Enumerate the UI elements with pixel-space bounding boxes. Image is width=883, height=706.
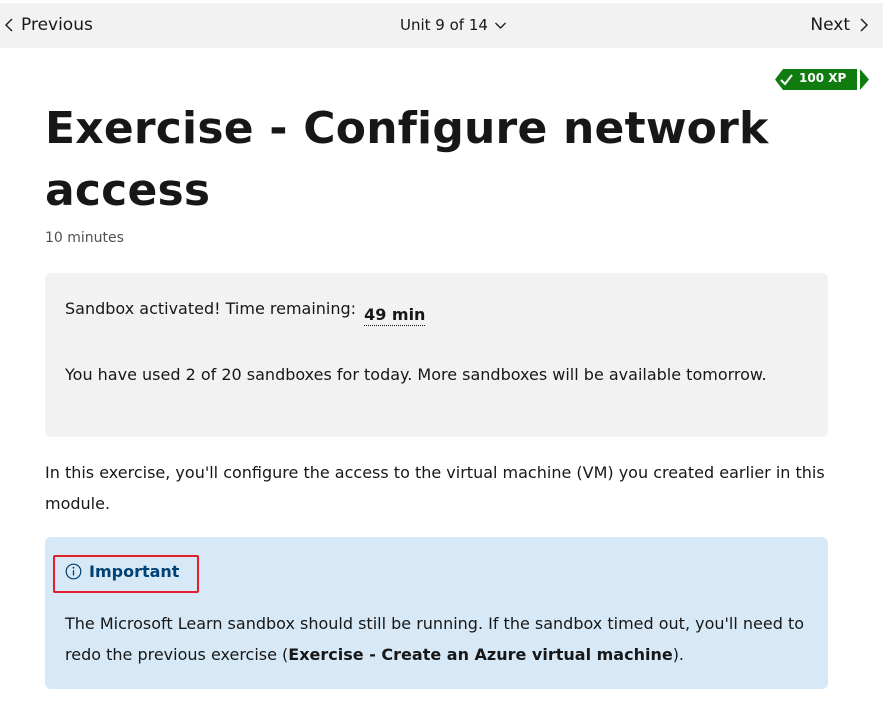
info-icon bbox=[65, 563, 82, 580]
unit-navigation-bar: Previous Unit 9 of 14 Next bbox=[0, 0, 883, 48]
sandbox-status-panel: Sandbox activated! Time remaining: 49 mi… bbox=[45, 273, 828, 437]
previous-label: Previous bbox=[21, 15, 93, 35]
important-alert-body: The Microsoft Learn sandbox should still… bbox=[65, 608, 805, 670]
important-body-end: ). bbox=[672, 645, 685, 664]
sandbox-status-line: Sandbox activated! Time remaining: 49 mi… bbox=[65, 299, 426, 326]
xp-badge: 100 XP bbox=[775, 69, 870, 90]
chevron-down-icon bbox=[494, 22, 506, 29]
next-unit-button[interactable]: Next bbox=[810, 15, 869, 35]
sandbox-usage-text: You have used 2 of 20 sandboxes for toda… bbox=[65, 365, 767, 384]
important-alert-title: Important bbox=[65, 562, 179, 581]
next-label: Next bbox=[810, 15, 850, 35]
important-label: Important bbox=[89, 562, 180, 581]
xp-label: 100 XP bbox=[799, 71, 847, 85]
unit-selector-dropdown[interactable]: Unit 9 of 14 bbox=[400, 16, 507, 34]
duration-label: 10 minutes bbox=[45, 230, 124, 246]
exercise-intro-text: In this exercise, you'll configure the a… bbox=[45, 463, 825, 513]
unit-position-label: Unit 9 of 14 bbox=[400, 16, 488, 34]
chevron-right-icon bbox=[860, 18, 868, 32]
important-alert: Important The Microsoft Learn sandbox sh… bbox=[45, 537, 828, 689]
previous-exercise-name: Exercise - Create an Azure virtual machi… bbox=[288, 645, 673, 664]
sandbox-status-label: Sandbox activated! Time remaining: bbox=[65, 299, 357, 318]
previous-unit-button[interactable]: Previous bbox=[4, 15, 93, 35]
page-title: Exercise - Configure network access bbox=[45, 103, 769, 216]
sandbox-time-remaining: 49 min bbox=[364, 305, 426, 326]
chevron-left-icon bbox=[5, 18, 13, 32]
